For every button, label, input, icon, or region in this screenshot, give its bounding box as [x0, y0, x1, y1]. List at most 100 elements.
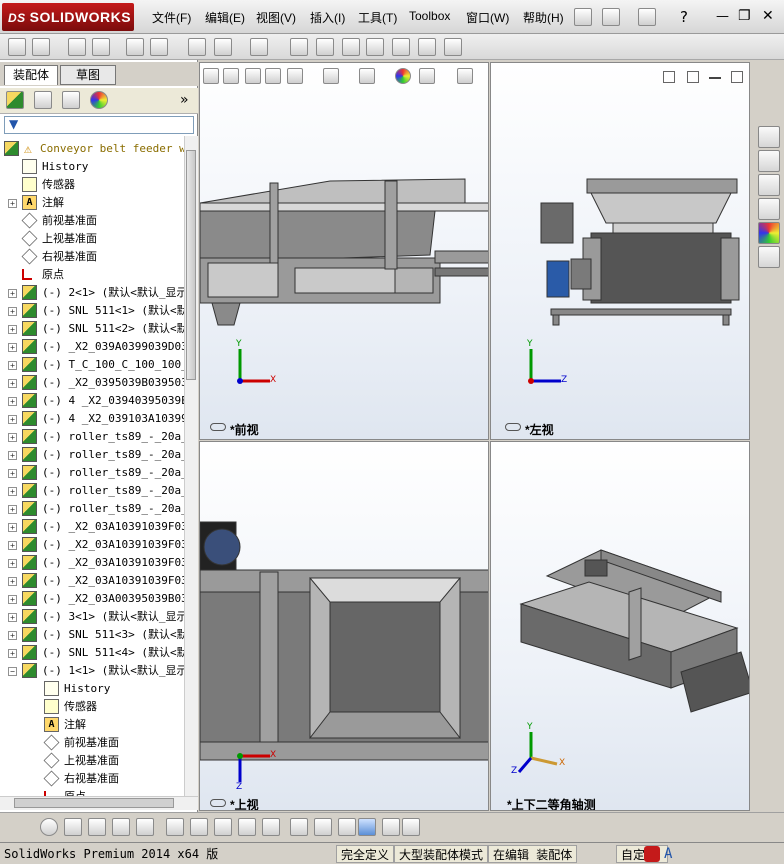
open-folder-icon[interactable]	[638, 8, 656, 26]
tree-item[interactable]: 传感器	[0, 698, 184, 716]
tree-item[interactable]: + (-) _X2_03A00395039B039	[0, 590, 184, 608]
tree-item[interactable]: + (-) _X2_0395039B039503A	[0, 374, 184, 392]
tree-expand-toggle[interactable]: +	[8, 451, 17, 460]
tree-item[interactable]: + (-) roller_ts89_-_20a_-	[0, 500, 184, 518]
tree-item[interactable]: A 注解	[0, 716, 184, 734]
tree-expand-toggle[interactable]: +	[8, 649, 17, 658]
viewport-minimize-icon[interactable]	[709, 77, 721, 79]
tree-item[interactable]: + (-) 2<1> (默认<默认_显示	[0, 284, 184, 302]
tree-item[interactable]: + (-) SNL 511<1> (默认<默	[0, 302, 184, 320]
tree-item[interactable]: + A 注解	[0, 194, 184, 212]
tree-item[interactable]: 上视基准面	[0, 230, 184, 248]
tree-item[interactable]: 前视基准面	[0, 212, 184, 230]
tree-expand-toggle[interactable]: +	[8, 415, 17, 424]
tree-expand-toggle[interactable]: +	[8, 397, 17, 406]
tree-item[interactable]: + (-) 4 _X2_03940395039E0	[0, 392, 184, 410]
tree-item[interactable]: + (-) roller_ts89_-_20a_-	[0, 428, 184, 446]
previous-view-icon[interactable]	[245, 68, 261, 84]
tree-item[interactable]: + (-) 3<1> (默认<默认_显示	[0, 608, 184, 626]
smart-fasteners-icon[interactable]	[92, 38, 110, 56]
view-palette-icon[interactable]	[758, 198, 780, 220]
line-tool-icon[interactable]	[64, 818, 82, 836]
tree-item[interactable]: + (-) _X2_03A10391039F03A	[0, 518, 184, 536]
tree-item[interactable]: + (-) T_C_100_C_100_100_B	[0, 356, 184, 374]
viewport-tile-icon[interactable]	[663, 71, 675, 83]
corner-rectangle-icon[interactable]	[238, 818, 256, 836]
instant3d-icon[interactable]	[444, 38, 462, 56]
tree-expand-toggle[interactable]: +	[8, 595, 17, 604]
show-hidden-icon[interactable]	[188, 38, 206, 56]
solidworks-logo[interactable]: DS SOLIDWORKS	[2, 3, 134, 31]
linear-pattern-icon[interactable]	[68, 38, 86, 56]
tree-item[interactable]: + (-) _X2_03A10391039F03A	[0, 554, 184, 572]
tree-expand-toggle[interactable]: +	[8, 469, 17, 478]
viewport-left[interactable]: ✕ Y Z *左视	[490, 62, 750, 440]
exploded-view-icon[interactable]	[342, 38, 360, 56]
tree-item[interactable]: + (-) SNL 511<3> (默认<默	[0, 626, 184, 644]
menu-help[interactable]: 帮助(H)	[523, 9, 564, 26]
ime-mode-icon[interactable]: A	[664, 846, 680, 862]
design-library-icon[interactable]	[758, 150, 780, 172]
mirror-tool-icon[interactable]	[214, 818, 232, 836]
viewport-restore-icon[interactable]	[731, 71, 743, 83]
offset-tool-icon[interactable]	[190, 818, 208, 836]
extend-tool-icon[interactable]	[136, 818, 154, 836]
shaded-display-icon[interactable]	[358, 818, 376, 836]
section-view-icon[interactable]	[265, 68, 281, 84]
link-view-icon-top[interactable]	[210, 799, 226, 807]
display-style-icon[interactable]	[359, 68, 375, 84]
point-tool-icon[interactable]	[262, 818, 280, 836]
tree-hscroll-thumb[interactable]	[14, 798, 174, 808]
zoom-to-area-icon[interactable]	[223, 68, 239, 84]
fillet-tool-icon[interactable]	[166, 818, 184, 836]
menu-window[interactable]: 窗口(W)	[466, 9, 509, 26]
new-document-icon[interactable]	[602, 8, 620, 26]
tab-sketch[interactable]: 草图	[60, 65, 116, 85]
tree-item[interactable]: + (-) roller_ts89_-_20a_-	[0, 464, 184, 482]
menu-tools[interactable]: 工具(T)	[358, 9, 397, 26]
edit-appearance-icon[interactable]	[395, 68, 411, 84]
tree-item[interactable]: 传感器	[0, 176, 184, 194]
menu-insert[interactable]: 插入(I)	[310, 9, 345, 26]
restore-button[interactable]: ❐	[738, 8, 751, 24]
grid-icon[interactable]	[314, 818, 332, 836]
tree-item[interactable]: + (-) _X2_039A0399039D039	[0, 338, 184, 356]
new-motion-study-icon[interactable]	[290, 38, 308, 56]
tree-expand-toggle[interactable]: +	[8, 289, 17, 298]
tab-assembly[interactable]: 装配体	[4, 65, 58, 85]
clearance-verification-icon[interactable]	[418, 38, 436, 56]
tree-scroll-thumb[interactable]	[186, 150, 196, 380]
feature-manager-icon[interactable]	[6, 91, 24, 109]
tree-expand-toggle[interactable]: +	[8, 523, 17, 532]
bill-of-materials-icon[interactable]	[316, 38, 334, 56]
menu-view[interactable]: 视图(V)	[256, 9, 296, 26]
tree-expand-toggle[interactable]: +	[8, 379, 17, 388]
help-icon[interactable]: ?	[680, 8, 688, 26]
view-toggle-icon[interactable]	[382, 818, 400, 836]
tree-expand-toggle[interactable]: +	[8, 577, 17, 586]
viewport-isometric[interactable]: Y X Z *上下二等角轴测	[490, 441, 750, 811]
file-explorer-icon[interactable]	[758, 174, 780, 196]
tree-item[interactable]: 右视基准面	[0, 248, 184, 266]
tree-expand-toggle[interactable]: +	[8, 433, 17, 442]
solidworks-resources-icon[interactable]	[758, 126, 780, 148]
polygon-tool-icon[interactable]	[88, 818, 106, 836]
tree-item[interactable]: History	[0, 158, 184, 176]
viewport-front[interactable]: Y X *前视	[199, 62, 489, 440]
tree-item[interactable]: + (-) _X2_03A10391039F03A	[0, 572, 184, 590]
trim-tool-icon[interactable]	[112, 818, 130, 836]
tree-item[interactable]: 右视基准面	[0, 770, 184, 788]
tree-expand-toggle[interactable]: +	[8, 559, 17, 568]
status-custom[interactable]: 自定	[616, 845, 668, 863]
minimize-button[interactable]: —	[716, 9, 729, 24]
close-button[interactable]: ✕	[762, 8, 774, 24]
custom-properties-icon[interactable]	[758, 246, 780, 268]
rotate-component-icon[interactable]	[150, 38, 168, 56]
tree-item[interactable]: ⚠ Conveyor belt feeder wit	[0, 140, 184, 158]
ime-icon[interactable]	[644, 846, 660, 862]
status-large-assembly[interactable]: 大型装配体模式	[394, 845, 489, 863]
viewport-single-icon[interactable]	[687, 71, 699, 83]
appearances-icon[interactable]	[758, 222, 780, 244]
tree-item[interactable]: − (-) 1<1> (默认<默认_显示	[0, 662, 184, 680]
tree-expand-toggle[interactable]: +	[8, 199, 17, 208]
